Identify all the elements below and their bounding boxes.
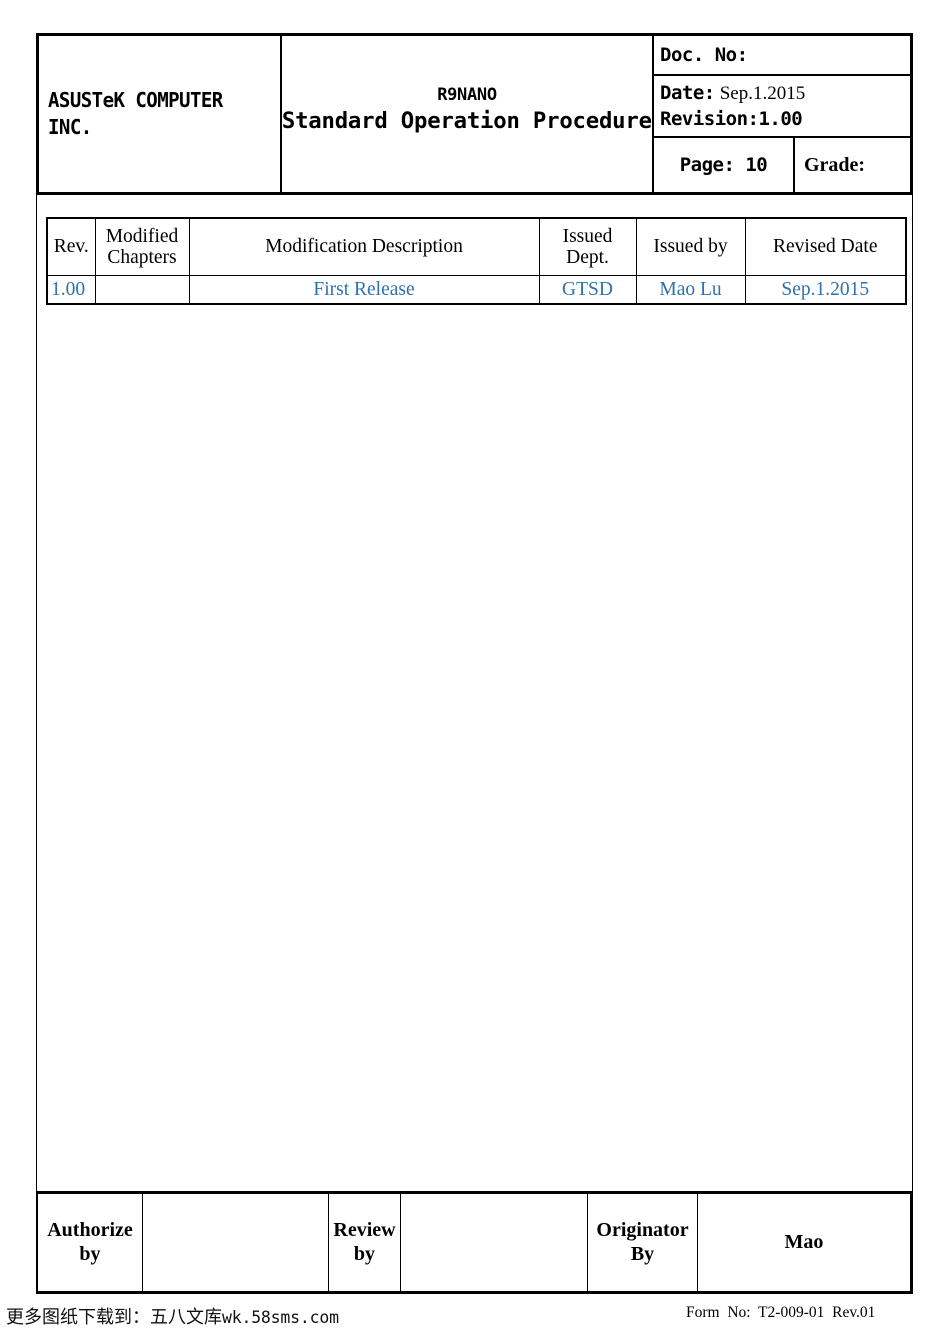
authorize-by-value bbox=[143, 1194, 329, 1291]
page-title: Standard Operation Procedure bbox=[282, 107, 652, 134]
signature-table: Authorize by Review by Originator By Mao bbox=[36, 1191, 913, 1294]
doc-no-label: Doc. No: bbox=[660, 43, 748, 66]
document-page: ASUSTeK COMPUTER INC. R9NANO Standard Op… bbox=[0, 0, 950, 1344]
form-number: Form No: T2-009-01 Rev.01 bbox=[686, 1304, 876, 1321]
product-name: R9NANO bbox=[437, 85, 497, 106]
authorize-by-label: Authorize by bbox=[38, 1194, 143, 1291]
cell-issued-dept: GTSD bbox=[538, 275, 637, 305]
page-number-label: Page: 10 bbox=[679, 153, 768, 176]
originator-by-label: Originator By bbox=[588, 1194, 698, 1291]
date-line: Date: Sep.1.2015 bbox=[660, 80, 805, 106]
page-border-left bbox=[36, 190, 37, 1192]
company-cell: ASUSTeK COMPUTER INC. bbox=[39, 36, 282, 192]
document-header-table: ASUSTeK COMPUTER INC. R9NANO Standard Op… bbox=[36, 33, 913, 195]
revision-history-table: Rev. Modified Chapters Modification Desc… bbox=[46, 217, 907, 305]
col-issued-dept: Issued Dept. bbox=[538, 217, 637, 276]
review-by-value bbox=[401, 1194, 588, 1291]
date-value: Sep.1.2015 bbox=[719, 82, 806, 104]
col-revised-date: Revised Date bbox=[744, 217, 907, 276]
table-row: 1.00 First Release GTSD Mao Lu Sep.1.201… bbox=[46, 275, 907, 305]
cell-description: First Release bbox=[188, 275, 540, 305]
cell-issued-by: Mao Lu bbox=[635, 275, 746, 305]
cell-modified-chapters bbox=[94, 275, 190, 305]
document-meta-cell: Doc. No: Date: Sep.1.2015 Revision:1.00 … bbox=[654, 36, 910, 192]
watermark-text-cn: 更多图纸下载到：五八文库 bbox=[6, 1307, 222, 1328]
grade-cell: Grade: bbox=[795, 138, 910, 192]
cell-revised-date: Sep.1.2015 bbox=[744, 275, 907, 305]
page-number-cell: Page: 10 bbox=[654, 138, 795, 192]
page-grade-row: Page: 10 Grade: bbox=[654, 138, 910, 192]
watermark-url: wk.58sms.com bbox=[222, 1308, 339, 1327]
date-label: Date: bbox=[660, 81, 715, 104]
page-border-right bbox=[912, 190, 913, 1192]
grade-label: Grade: bbox=[804, 153, 866, 176]
col-modified-chapters: Modified Chapters bbox=[94, 217, 190, 276]
download-watermark: 更多图纸下载到：五八文库wk.58sms.com bbox=[6, 1303, 339, 1329]
doc-no-row: Doc. No: bbox=[654, 36, 910, 76]
col-issued-by: Issued by bbox=[635, 217, 746, 276]
date-revision-row: Date: Sep.1.2015 Revision:1.00 bbox=[654, 76, 910, 138]
company-name: ASUSTeK COMPUTER INC. bbox=[48, 87, 223, 139]
table-header-row: Rev. Modified Chapters Modification Desc… bbox=[46, 217, 907, 276]
revision-line: Revision:1.00 bbox=[660, 108, 803, 130]
col-modification-description: Modification Description bbox=[188, 217, 540, 276]
originator-by-value: Mao bbox=[784, 1230, 824, 1253]
cell-rev: 1.00 bbox=[46, 275, 96, 305]
review-by-label: Review by bbox=[329, 1194, 401, 1291]
col-rev: Rev. bbox=[46, 217, 96, 276]
document-title-cell: R9NANO Standard Operation Procedure bbox=[282, 36, 654, 192]
